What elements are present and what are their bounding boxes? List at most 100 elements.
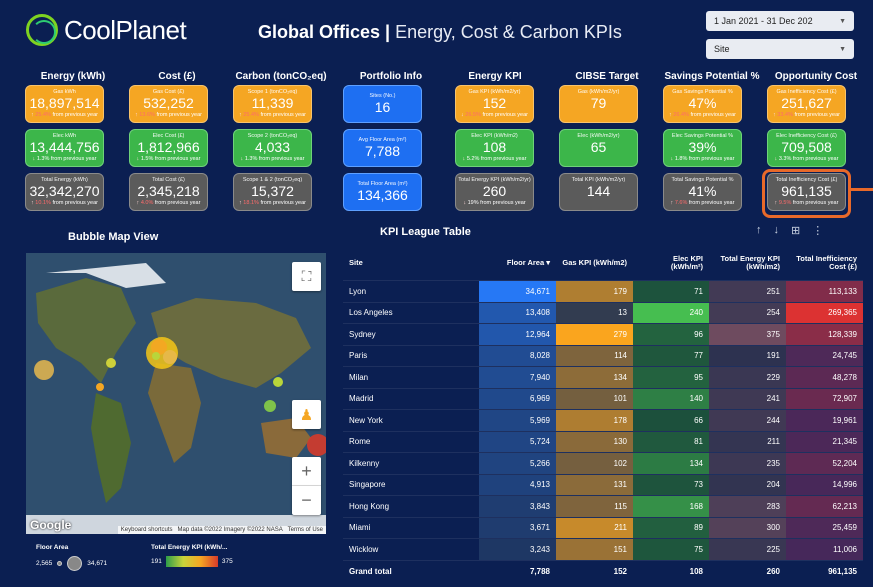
table-row[interactable]: Hong Kong 3,843 115 168 283 62,213 (343, 495, 863, 517)
cell-value: 19,961 (786, 410, 863, 431)
drill-icon[interactable]: ⊞ (791, 224, 800, 237)
table-row[interactable]: Sydney 12,964 279 96 375 128,339 (343, 323, 863, 345)
cell-value: 241 (709, 388, 786, 409)
zoom-out-button[interactable]: − (292, 486, 321, 515)
table-row[interactable]: Los Angeles 13,408 13 240 254 269,365 (343, 301, 863, 323)
elec-kpi-card[interactable]: Elec KPI (kWh/m2) 108 ↓ 5.2% from previo… (455, 129, 534, 167)
world-map-svg (26, 253, 326, 534)
total-floor-area-card[interactable]: Total Floor Area (m²) 134,366 (343, 173, 422, 211)
elec-target-card[interactable]: Elec (kWh/m2/yr) 65 (559, 129, 638, 167)
terms-link[interactable]: Terms of Use (288, 527, 323, 533)
cell-value: 211 (709, 431, 786, 452)
avg-floor-area-card[interactable]: Avg Floor Area (m²) 7,788 (343, 129, 422, 167)
cell-value: 4,913 (479, 474, 556, 495)
cell-value: 128,339 (786, 324, 863, 345)
street-view-button[interactable]: ♟ (292, 400, 321, 429)
header-inefficiency-cost[interactable]: Total Inefficiency Cost (£) (786, 255, 863, 271)
cell-value: 101 (556, 388, 633, 409)
pegman-icon: ♟ (299, 406, 314, 424)
fullscreen-button[interactable]: ⛶ (292, 262, 321, 291)
gas-cost-card[interactable]: Gas Cost (£) 532,252 ↑ 13.6% from previo… (129, 85, 208, 123)
elec-kwh-card[interactable]: Elec kWh 13,444,756 ↓ 1.3% from previous… (25, 129, 104, 167)
header-total-kpi[interactable]: Total Energy KPI (kWh/m2) (709, 255, 786, 271)
more-options-icon[interactable]: ⋮ (812, 224, 823, 237)
elec-savings-card[interactable]: Elec Savings Potential % 39% ↓ 1.8% from… (663, 129, 742, 167)
gas-inefficiency-card[interactable]: Gas Inefficiency Cost (£) 251,627 ↑ 33.4… (767, 85, 846, 123)
table-row[interactable]: Singapore 4,913 131 73 204 14,996 (343, 473, 863, 495)
scope2-card[interactable]: Scope 2 (tonCO₂eq) 4,033 ↓ 1.3% from pre… (233, 129, 312, 167)
cell-value: 114 (556, 345, 633, 366)
cell-value: 235 (709, 453, 786, 474)
table-row[interactable]: New York 5,969 178 66 244 19,961 (343, 409, 863, 431)
cell-value: 6,969 (479, 388, 556, 409)
gas-kpi-card[interactable]: Gas KPI (kWh/m2/yr) 152 ↓ 26.5% from pre… (455, 85, 534, 123)
zoom-in-button[interactable]: + (292, 457, 321, 486)
bubble-map[interactable]: ⛶ ♟ + − Google Keyboard shortcuts Map da… (26, 253, 326, 534)
col-carbon-header: Carbon (tonCO₂eq) (235, 71, 327, 82)
date-range-picker[interactable]: 1 Jan 2021 - 31 Dec 202 ▼ (706, 11, 854, 31)
cell-value: 244 (709, 410, 786, 431)
total-target-card[interactable]: Total KPI (kWh/m2/yr) 144 (559, 173, 638, 211)
site-filter-dropdown[interactable]: Site ▼ (706, 39, 854, 59)
table-row[interactable]: Rome 5,724 130 81 211 21,345 (343, 430, 863, 452)
col-energy-kpi-header: Energy KPI (468, 71, 522, 82)
google-logo: Google (30, 518, 72, 532)
bubble-new-york (106, 358, 116, 368)
col-portfolio-header: Portfolio Info (359, 71, 423, 82)
header-gas-kpi[interactable]: Gas KPI (kWh/m2) (556, 259, 633, 267)
total-savings-card[interactable]: Total Savings Potential % 41% ↑ 7.6% fro… (663, 173, 742, 211)
cell-site: Rome (343, 431, 479, 452)
total-energy-card[interactable]: Total Energy (kWh) 32,342,270 ↑ 10.1% fr… (25, 173, 104, 211)
cell-value: 24,745 (786, 345, 863, 366)
cell-value: 5,969 (479, 410, 556, 431)
table-row[interactable]: Paris 8,028 114 77 191 24,745 (343, 344, 863, 366)
gas-savings-card[interactable]: Gas Savings Potential % 47% ↑ 26.4% from… (663, 85, 742, 123)
header-site[interactable]: Site (343, 259, 479, 267)
table-row[interactable]: Miami 3,671 211 89 300 25,459 (343, 516, 863, 538)
cell-value: 113,133 (786, 281, 863, 302)
table-row[interactable]: Kilkenny 5,266 102 134 235 52,204 (343, 452, 863, 474)
brand-logo: CoolPlanet (26, 14, 187, 46)
bubble-hong-kong (273, 377, 283, 387)
cell-site: Paris (343, 345, 479, 366)
cell-site: Wicklow (343, 539, 479, 560)
table-row[interactable]: Lyon 34,671 179 71 251 113,133 (343, 280, 863, 302)
table-row[interactable]: Milan 7,940 134 95 229 48,278 (343, 366, 863, 388)
scope1-card[interactable]: Scope 1 (tonCO₂eq) 11,339 ↑ 25.4% from p… (233, 85, 312, 123)
elec-cost-card[interactable]: Elec Cost (£) 1,812,966 ↓ 1.5% from prev… (129, 129, 208, 167)
cell-value: 269,365 (786, 302, 863, 323)
cell-value: 95 (633, 367, 709, 388)
table-toolbar: ↑ ↓ ⊞ ⋮ (756, 224, 823, 237)
cell-value: 251 (709, 281, 786, 302)
sort-up-icon[interactable]: ↑ (756, 224, 762, 237)
gas-target-card[interactable]: Gas (kWh/m2/yr) 79 (559, 85, 638, 123)
sites-card[interactable]: Sites (No.) 16 (343, 85, 422, 123)
table-row[interactable]: Wicklow 3,243 151 75 225 11,006 (343, 538, 863, 560)
elec-inefficiency-card[interactable]: Elec Inefficiency Cost (£) 709,508 ↓ 3.3… (767, 129, 846, 167)
cell-value: 81 (633, 431, 709, 452)
total-cost-card[interactable]: Total Cost (£) 2,345,218 ↑ 4.0% from pre… (129, 173, 208, 211)
cell-value: 3,671 (479, 517, 556, 538)
table-row[interactable]: Madrid 6,969 101 140 241 72,907 (343, 387, 863, 409)
header-floor-area[interactable]: Floor Area ▾ (479, 259, 556, 267)
highlight-box (762, 169, 851, 218)
bubble-milan (163, 350, 177, 364)
col-opportunity-header: Opportunity Cost (774, 71, 858, 82)
cell-value: 254 (709, 302, 786, 323)
col-savings-header: Savings Potential % (664, 71, 760, 82)
keyboard-shortcuts-link[interactable]: Keyboard shortcuts (121, 527, 173, 533)
minus-icon: − (301, 490, 312, 510)
header-elec-kpi[interactable]: Elec KPI (kWh/m²) (633, 255, 709, 271)
cell-value: 77 (633, 345, 709, 366)
coolplanet-logo-icon (26, 14, 58, 46)
sort-down-icon[interactable]: ↓ (774, 224, 780, 237)
cell-site: Los Angeles (343, 302, 479, 323)
scope12-card[interactable]: Scope 1 & 2 (tonCO₂eq) 15,372 ↑ 18.1% fr… (233, 173, 312, 211)
plus-icon: + (301, 460, 312, 481)
total-kpi-card[interactable]: Total Energy KPI (kWh/m2/yr) 260 ↓ 19% f… (455, 173, 534, 211)
gas-kwh-card[interactable]: Gas kWh 18,897,514 ↑ 25.4% from previous… (25, 85, 104, 123)
cell-value: 8,028 (479, 345, 556, 366)
large-bubble-icon (67, 556, 83, 571)
bubble-los-angeles (34, 360, 54, 380)
cell-site: Sydney (343, 324, 479, 345)
